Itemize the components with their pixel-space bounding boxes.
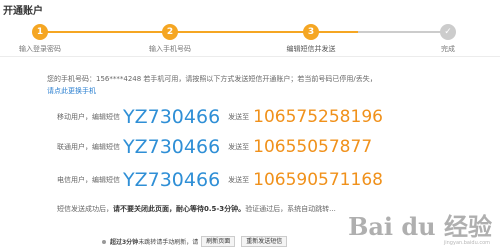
note-prefix: 短信发送成功后， xyxy=(57,205,113,213)
footer-bar: 超过3分钟 未跳转请手动刷新，请 刷新页面 重新发送短信 xyxy=(102,236,290,247)
divider xyxy=(0,56,500,57)
page-title: 开通账户 xyxy=(3,6,43,17)
watermark-url: jingyan.baidu.com xyxy=(443,240,490,246)
footer-bold: 超过3分钟 xyxy=(110,239,139,246)
note-suffix: 验证通过后，系统自动跳转... xyxy=(245,205,336,213)
step-2-circle: 2 xyxy=(162,24,178,40)
step-1-circle: 1 xyxy=(32,24,48,40)
progress-steps: 1 输入登录密码 2 输入手机号码 3 编辑短信并发送 ✓ 完成 xyxy=(0,24,500,64)
sms-code: YZ730466 xyxy=(123,106,221,128)
watermark-logo: Bai du 经验 xyxy=(348,212,492,241)
sms-number: 106575258196 xyxy=(253,107,383,127)
step-3-circle: 3 xyxy=(303,24,319,40)
carrier-label: 联通用户，编辑短信 xyxy=(57,143,120,151)
sms-code: YZ730466 xyxy=(123,136,221,158)
wait-note: 短信发送成功后，请不要关闭此页面，耐心等待0.5-3分钟。验证通过后，系统自动跳… xyxy=(57,204,336,214)
intro-text: 您的手机号码：156****4248 若手机可用，请按照以下方式发送短信开通账户… xyxy=(47,73,377,97)
sms-code: YZ730466 xyxy=(123,169,221,191)
sms-row-telecom: 电信用户，编辑短信 YZ730466 发送至 10659057116​8 xyxy=(57,169,383,191)
change-phone-link[interactable]: 请点此更换手机 xyxy=(47,87,96,95)
carrier-label: 电信用户，编辑短信 xyxy=(57,176,120,184)
intro-message: 您的手机号码：156****4248 若手机可用，请按照以下方式发送短信开通账户… xyxy=(47,75,377,83)
carrier-label: 移动用户，编辑短信 xyxy=(57,113,120,121)
note-bold: 请不要关闭此页面，耐心等待0.5-3分钟。 xyxy=(113,205,246,213)
send-to-label: 发送至 xyxy=(228,113,250,121)
step-2-label: 输入手机号码 xyxy=(149,45,191,53)
refresh-page-button[interactable]: 刷新页面 xyxy=(201,236,236,247)
step-1-label: 输入登录密码 xyxy=(19,45,61,53)
sms-row-mobile: 移动用户，编辑短信 YZ730466 发送至 106575258196 xyxy=(57,106,383,128)
step-4-label: 完成 xyxy=(441,45,455,53)
footer-text: 未跳转请手动刷新，请 xyxy=(138,239,199,246)
track-pending xyxy=(358,31,448,33)
sms-number: 10659057116​8 xyxy=(253,170,383,190)
bullet-icon xyxy=(102,239,106,244)
sms-number: 10655057877 xyxy=(253,137,373,157)
step-4-check-icon: ✓ xyxy=(440,24,456,40)
step-3-label: 编辑短信并发送 xyxy=(286,45,336,53)
sms-row-unicom: 联通用户，编辑短信 YZ730466 发送至 10655057877 xyxy=(57,136,373,158)
send-to-label: 发送至 xyxy=(228,176,250,184)
resend-sms-button[interactable]: 重新发送短信 xyxy=(241,236,288,247)
send-to-label: 发送至 xyxy=(228,143,250,151)
